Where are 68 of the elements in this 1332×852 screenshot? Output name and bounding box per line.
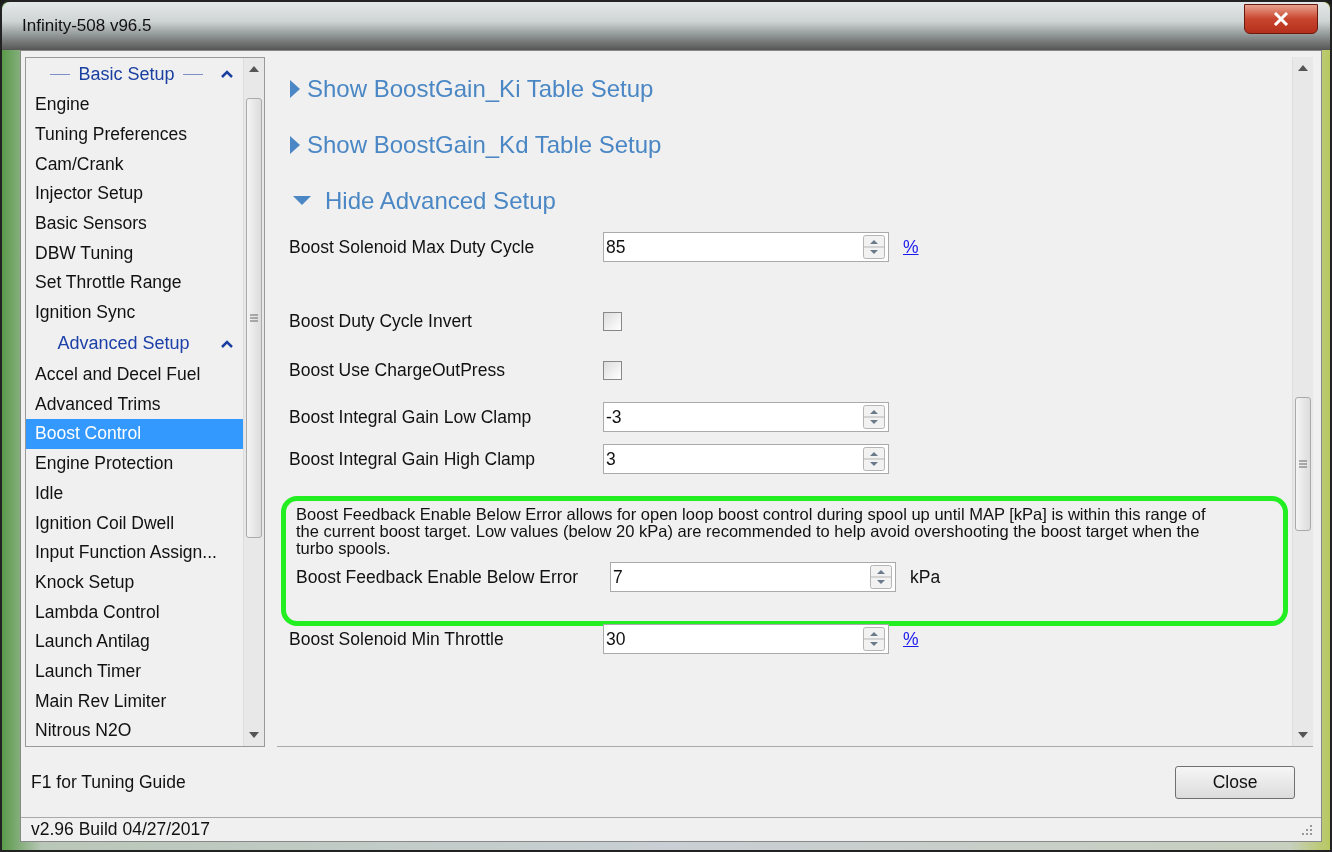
- number-field[interactable]: -3: [603, 402, 889, 432]
- number-field[interactable]: 3: [603, 444, 889, 474]
- version-label: v2.96 Build 04/27/2017: [31, 819, 211, 840]
- caret-right-icon: [289, 79, 301, 99]
- nav-item[interactable]: Idle: [26, 478, 243, 509]
- field-label: Boost Solenoid Min Throttle: [289, 628, 505, 650]
- group-header[interactable]: Basic Setup: [26, 58, 243, 91]
- spin-arrows-icon[interactable]: [863, 405, 885, 429]
- number-field[interactable]: 30: [603, 624, 889, 654]
- nav-item[interactable]: Ignition Coil Dwell: [26, 508, 243, 539]
- field-label: Boost Duty Cycle Invert: [289, 310, 473, 332]
- nav-item[interactable]: Engine Protection: [26, 449, 243, 479]
- number-field[interactable]: 7: [610, 562, 896, 592]
- nav-item[interactable]: Advanced Trims: [26, 389, 243, 420]
- grip-icon: [250, 314, 258, 322]
- nav-item[interactable]: Main Rev Limiter: [26, 686, 243, 717]
- scrollbar[interactable]: [1292, 57, 1313, 746]
- close-button[interactable]: Close: [1175, 765, 1295, 799]
- resize-grip-icon[interactable]: [1299, 822, 1313, 837]
- nav-item[interactable]: Set Throttle Range: [26, 268, 243, 299]
- nav-item[interactable]: Tuning Preferences: [26, 119, 243, 150]
- scroll-down-arrow-icon[interactable]: [249, 732, 259, 738]
- spin-arrows-icon[interactable]: [863, 447, 885, 471]
- scroll-down-arrow-icon[interactable]: [1298, 732, 1308, 738]
- close-button[interactable]: [1244, 4, 1318, 34]
- scrollbar[interactable]: [243, 58, 264, 746]
- scroll-up-arrow-icon[interactable]: [249, 66, 259, 72]
- nav-item[interactable]: Knock Setup: [26, 567, 243, 598]
- nav-item[interactable]: Input Function Assign...: [26, 538, 243, 568]
- nav-item[interactable]: DBW Tuning: [26, 238, 243, 269]
- field-description: Boost Feedback Enable Below Error allows for open loop boost control during spool up until MAP [kPa] is within this range of the current boost target. Low values (below 20 kPa) are recommended to help avoid overshooting the boost target when the turbo spools.: [296, 506, 1207, 557]
- nav-item[interactable]: Engine: [26, 90, 243, 120]
- checkbox[interactable]: [603, 311, 622, 331]
- nav-item[interactable]: Injector Setup: [26, 179, 243, 210]
- scroll-thumb[interactable]: [1295, 397, 1311, 531]
- spin-arrows-icon[interactable]: [863, 235, 885, 259]
- grip-icon: [1299, 460, 1307, 468]
- caret-right-icon: [289, 135, 301, 155]
- collapse-chevron-icon[interactable]: [221, 339, 233, 348]
- group-title[interactable]: Advanced Setup: [40, 333, 213, 355]
- nav-item[interactable]: Launch Timer: [26, 656, 243, 687]
- unit-link[interactable]: %: [903, 628, 919, 650]
- field-label: Boost Solenoid Max Duty Cycle: [289, 236, 536, 258]
- nav-item[interactable]: Nitrous N2O: [26, 716, 243, 746]
- scroll-thumb[interactable]: [246, 98, 262, 538]
- number-field[interactable]: 85: [603, 232, 889, 262]
- field-label: Boost Feedback Enable Below Error: [296, 566, 580, 588]
- nav-item[interactable]: Cam/Crank: [26, 149, 243, 180]
- help-hint: F1 for Tuning Guide: [31, 771, 186, 793]
- unit-label: kPa: [910, 566, 941, 588]
- window-title: Infinity-508 v96.5: [22, 16, 152, 36]
- group-title[interactable]: Basic Setup: [40, 63, 213, 85]
- spin-arrows-icon[interactable]: [863, 627, 885, 651]
- nav-item[interactable]: Ignition Sync: [26, 298, 243, 328]
- spin-arrows-icon[interactable]: [870, 565, 892, 589]
- checkbox[interactable]: [603, 360, 622, 380]
- field-label: Boost Integral Gain High Clamp: [289, 448, 537, 470]
- nav-item[interactable]: Launch Antilag: [26, 627, 243, 657]
- nav-item[interactable]: Basic Sensors: [26, 209, 243, 239]
- nav-item[interactable]: Lambda Control: [26, 597, 243, 628]
- unit-link[interactable]: %: [903, 236, 919, 258]
- field-label: Boost Use ChargeOutPress: [289, 359, 506, 381]
- collapse-chevron-icon[interactable]: [221, 70, 233, 79]
- scroll-up-arrow-icon[interactable]: [1298, 65, 1308, 71]
- field-label: Boost Integral Gain Low Clamp: [289, 406, 533, 428]
- close-icon: [1273, 12, 1289, 26]
- nav-item[interactable]: Accel and Decel Fuel: [26, 360, 243, 390]
- group-header[interactable]: Advanced Setup: [26, 327, 243, 361]
